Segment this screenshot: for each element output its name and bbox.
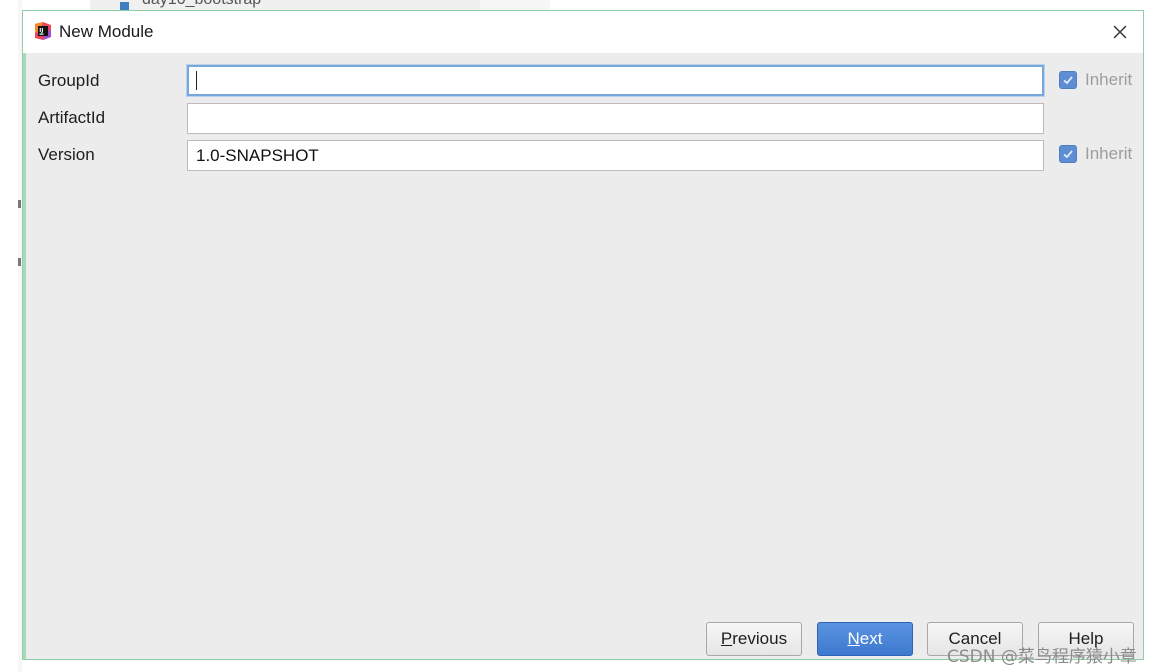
new-module-dialog: IJ New Module GroupId Inherit ArtifactId… — [22, 10, 1144, 660]
checkbox-checked-icon — [1059, 145, 1077, 163]
groupid-label: GroupId — [38, 71, 100, 90]
next-button[interactable]: Next — [817, 622, 913, 656]
inherit-label: Inherit — [1085, 144, 1133, 163]
checkmark-icon — [1063, 76, 1073, 85]
groupid-inherit-checkbox[interactable]: Inherit — [1059, 70, 1132, 90]
csdn-watermark: CSDN @菜鸟程序猿小章 — [947, 647, 1137, 667]
button-label: revious — [732, 629, 788, 648]
version-input[interactable] — [187, 140, 1044, 171]
checkmark-icon — [1063, 150, 1073, 159]
groupid-input[interactable] — [187, 65, 1044, 96]
mnemonic-letter: P — [720, 629, 733, 648]
dialog-titlebar[interactable]: IJ New Module — [23, 11, 1143, 53]
dialog-title: New Module — [59, 22, 154, 41]
mnemonic-letter: N — [847, 629, 860, 648]
background-mark — [18, 200, 21, 208]
dialog-content: GroupId Inherit ArtifactId Version Inher… — [23, 53, 1143, 659]
artifactid-input[interactable] — [187, 103, 1044, 134]
version-inherit-checkbox[interactable]: Inherit — [1059, 144, 1132, 164]
checkbox-checked-icon — [1059, 71, 1077, 89]
inherit-label: Inherit — [1085, 70, 1133, 89]
button-label: ext — [859, 629, 883, 648]
previous-button[interactable]: Previous — [706, 622, 802, 656]
artifactid-label: ArtifactId — [38, 108, 106, 127]
svg-text:IJ: IJ — [39, 28, 43, 34]
intellij-app-icon: IJ — [35, 22, 51, 40]
background-mark — [18, 258, 21, 266]
background-tab-label: day10_bootstrap — [142, 0, 261, 9]
text-caret — [196, 71, 197, 90]
version-label: Version — [38, 145, 95, 164]
close-icon — [1113, 25, 1127, 39]
close-button[interactable] — [1107, 19, 1133, 45]
